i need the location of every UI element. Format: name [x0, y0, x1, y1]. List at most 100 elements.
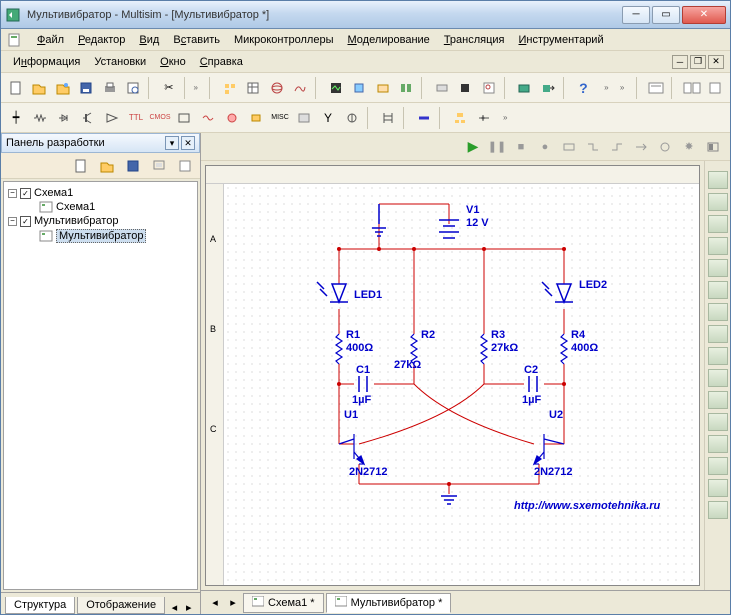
menu-info[interactable]: Информация — [7, 54, 86, 70]
menu-file[interactable]: Файлdocument.currentScript.previousSibli… — [31, 32, 70, 48]
url-label[interactable]: http://www.sxemotehnika.ru — [514, 500, 660, 512]
c1-value[interactable]: 1µF — [352, 394, 371, 406]
distortion-button[interactable] — [708, 413, 728, 431]
hierarchical-button[interactable] — [449, 107, 471, 129]
multimeter-button[interactable] — [708, 171, 728, 189]
panel-save[interactable] — [122, 155, 144, 177]
toolbar-overflow-4[interactable]: » — [503, 113, 515, 122]
4ch-scope-button[interactable] — [708, 259, 728, 277]
misc-button[interactable]: MISC — [269, 107, 291, 129]
design-tree[interactable]: − ✓ Схема1 Схема1 − ✓ Мультивибратор — [3, 181, 198, 590]
in-use-list-button[interactable] — [645, 77, 667, 99]
tree-toggle[interactable]: − — [8, 217, 17, 226]
agilent-mm-button[interactable] — [708, 501, 728, 519]
r4-label[interactable]: R4 — [571, 329, 585, 341]
analyses-button[interactable] — [325, 77, 347, 99]
schematic-canvas[interactable]: V1 12 V LED1 LED2 R1 400Ω R2 27kΩ R3 27k… — [224, 184, 699, 585]
panel-close[interactable]: ✕ — [181, 136, 195, 150]
open-button[interactable] — [29, 77, 51, 99]
u2-label[interactable]: U2 — [549, 409, 563, 421]
indicator-button[interactable] — [221, 107, 243, 129]
menu-help[interactable]: Справка — [194, 54, 249, 70]
q1-label[interactable]: 2N2712 — [349, 466, 388, 478]
r3-value[interactable]: 27kΩ — [491, 342, 518, 354]
step-into-button[interactable] — [582, 136, 604, 158]
elvisii-button[interactable] — [396, 77, 418, 99]
led2-label[interactable]: LED2 — [579, 279, 607, 291]
print-button[interactable] — [99, 77, 121, 99]
mdi-minimize[interactable]: ─ — [672, 55, 688, 69]
doctab-nav-left[interactable]: ◂ — [207, 596, 223, 609]
c2-value[interactable]: 1µF — [522, 394, 541, 406]
new-button[interactable] — [5, 77, 27, 99]
database-manager-button[interactable] — [372, 77, 394, 99]
logic-analyzer-button[interactable] — [708, 347, 728, 365]
settings-button[interactable] — [678, 136, 700, 158]
menu-transfer[interactable]: Трансляция — [438, 32, 511, 48]
connector-button[interactable] — [473, 107, 495, 129]
q2-label[interactable]: 2N2712 — [534, 466, 573, 478]
panel-dropdown[interactable]: ▾ — [165, 136, 179, 150]
oscilloscope-button[interactable] — [708, 237, 728, 255]
analog-button[interactable] — [101, 107, 123, 129]
menu-simulate[interactable]: Моделирование — [341, 32, 435, 48]
menu-tools[interactable]: Инструментарий — [513, 32, 610, 48]
tab-display[interactable]: Отображение — [77, 597, 165, 614]
minimize-button[interactable]: ─ — [622, 6, 650, 24]
electromech-button[interactable] — [341, 107, 363, 129]
tree-toggle[interactable]: − — [8, 189, 17, 198]
r2-label[interactable]: R2 — [421, 329, 435, 341]
tree-checkbox[interactable]: ✓ — [20, 188, 31, 199]
step-out-button[interactable] — [630, 136, 652, 158]
misc-digital-button[interactable] — [173, 107, 195, 129]
breadboard-button[interactable] — [431, 77, 453, 99]
tree-node-schema1[interactable]: − ✓ Схема1 — [8, 186, 193, 200]
tree-node-multi-child[interactable]: Мультивибратор — [8, 228, 193, 244]
pause-button[interactable]: ❚❚ — [486, 136, 508, 158]
wattmeter-button[interactable] — [708, 215, 728, 233]
diode-button[interactable] — [53, 107, 75, 129]
panel-header[interactable]: Панель разработки ▾ ✕ — [1, 133, 200, 153]
tab-structure[interactable]: Структура — [5, 597, 75, 614]
step-over-button[interactable] — [606, 136, 628, 158]
menu-insert[interactable]: Вставить — [167, 32, 226, 48]
mdi-close[interactable]: ✕ — [708, 55, 724, 69]
menu-mcu[interactable]: Микроконтроллеры — [228, 32, 340, 48]
forward-annotate-button[interactable] — [537, 77, 559, 99]
agilent-fg-button[interactable] — [708, 479, 728, 497]
mixed-button[interactable] — [197, 107, 219, 129]
record-button[interactable]: ● — [534, 136, 556, 158]
grapher-button[interactable] — [266, 77, 288, 99]
instrument-button-1[interactable] — [681, 77, 703, 99]
help-button[interactable]: ? — [573, 77, 595, 99]
r1-value[interactable]: 400Ω — [346, 342, 373, 354]
run-button[interactable]: ▶ — [462, 136, 484, 158]
basic-button[interactable] — [29, 107, 51, 129]
ttl-button[interactable]: TTL — [125, 107, 147, 129]
c2-label[interactable]: C2 — [524, 364, 538, 376]
save-button[interactable] — [76, 77, 98, 99]
spectrum-button[interactable] — [708, 435, 728, 453]
cut-button[interactable]: ✂ — [158, 77, 180, 99]
breakpoint-button[interactable] — [654, 136, 676, 158]
c1-label[interactable]: C1 — [356, 364, 370, 376]
tab-nav-right[interactable]: ▸ — [182, 601, 196, 614]
print-preview-button[interactable] — [123, 77, 145, 99]
r2-value[interactable]: 27kΩ — [394, 359, 421, 371]
panel-open[interactable] — [96, 155, 118, 177]
r3-label[interactable]: R3 — [491, 329, 505, 341]
doctab-multi[interactable]: Мультивибратор * — [326, 593, 452, 613]
titlebar[interactable]: Мультивибратор - Multisim - [Мультивибра… — [1, 1, 730, 29]
network-button[interactable] — [708, 457, 728, 475]
instrument-button-2[interactable] — [704, 77, 726, 99]
stop-button[interactable]: ■ — [510, 136, 532, 158]
doctab-nav-right[interactable]: ▸ — [225, 596, 241, 609]
r4-value[interactable]: 400Ω — [571, 342, 598, 354]
panel-new[interactable] — [70, 155, 92, 177]
source-button[interactable]: ┿ — [5, 107, 27, 129]
function-gen-button[interactable] — [708, 193, 728, 211]
toolbar-overflow-3[interactable]: » — [620, 83, 632, 92]
freq-counter-button[interactable] — [708, 303, 728, 321]
component-wizard-button[interactable] — [349, 77, 371, 99]
menu-edit[interactable]: Редактор — [72, 32, 131, 48]
